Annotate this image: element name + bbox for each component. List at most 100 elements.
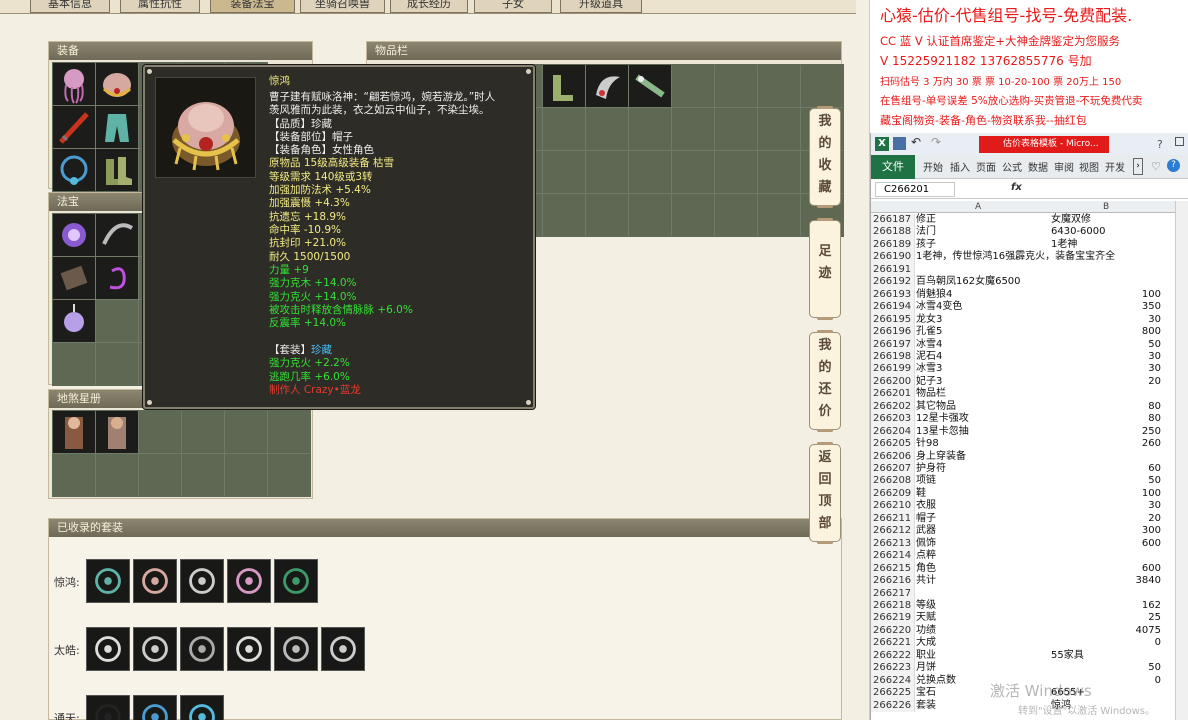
cell-b[interactable]: 800 xyxy=(1051,326,1161,339)
row-number[interactable]: 266190 xyxy=(871,251,915,264)
row-number[interactable]: 266220 xyxy=(871,624,915,638)
row-number[interactable]: 266224 xyxy=(871,674,915,688)
fx-icon[interactable]: fx xyxy=(1011,182,1022,193)
inventory-slot[interactable] xyxy=(543,151,585,193)
cell-b[interactable]: 50 xyxy=(1051,662,1161,675)
ribbon-tab-page[interactable]: 页面 xyxy=(976,159,996,174)
fabao-fb5-icon[interactable] xyxy=(53,300,95,342)
cell-a[interactable]: 天赋 xyxy=(916,612,936,625)
inventory-slot[interactable] xyxy=(672,65,714,107)
inventory-slot[interactable] xyxy=(586,194,628,236)
sheet-row[interactable]: 266223 月饼 50 xyxy=(871,662,1175,675)
cell-a[interactable]: 泥石4 xyxy=(916,351,942,364)
sheet-row[interactable]: 266194 冰雪4变色 350 xyxy=(871,301,1175,314)
sheet-row[interactable]: 266218 等级 162 xyxy=(871,599,1175,613)
cell-a[interactable]: 12星卡强攻 xyxy=(916,413,969,426)
row-number[interactable]: 266201 xyxy=(871,388,915,401)
set-item-icon[interactable] xyxy=(321,627,365,671)
row-number[interactable]: 266203 xyxy=(871,413,915,426)
row-number[interactable]: 266223 xyxy=(871,662,915,675)
cell-a[interactable]: 鞋 xyxy=(916,488,926,501)
equip-boots-icon[interactable] xyxy=(96,149,138,191)
inventory-slot[interactable] xyxy=(715,65,757,107)
cell-a[interactable]: 俏魅狼4 xyxy=(916,289,952,302)
sheet-row[interactable]: 266200 妃子3 20 xyxy=(871,375,1175,389)
cell-b[interactable]: 60 xyxy=(1051,463,1161,476)
cell-a[interactable]: 修正 xyxy=(916,214,936,227)
inventory-slot[interactable] xyxy=(801,65,843,107)
cell-b[interactable]: 350 xyxy=(1051,301,1161,314)
cell-b[interactable]: 50 xyxy=(1051,475,1161,488)
tab-5[interactable]: 成长经历 xyxy=(390,0,468,13)
sheet-row[interactable]: 266207 护身符 60 xyxy=(871,463,1175,476)
tab-1[interactable]: 基本信息 xyxy=(30,0,110,13)
sheet-row[interactable]: 266199 冰雪3 30 xyxy=(871,363,1175,376)
cell-a[interactable]: 项链 xyxy=(916,475,936,488)
cell-a[interactable]: 大成 xyxy=(916,637,936,650)
save-icon[interactable] xyxy=(893,137,906,150)
row-number[interactable]: 266210 xyxy=(871,500,915,513)
row-number[interactable]: 266222 xyxy=(871,649,915,663)
row-number[interactable]: 266225 xyxy=(871,687,915,700)
sheet-row[interactable]: 266206 身上穿装备 xyxy=(871,450,1175,464)
sheet-row[interactable]: 266209 鞋 100 xyxy=(871,487,1175,501)
question-icon[interactable]: ? xyxy=(1167,159,1180,172)
cell-b[interactable]: 55家具 xyxy=(1051,650,1161,663)
help-icon[interactable]: ? xyxy=(1157,138,1163,151)
cell-a[interactable]: 妃子3 xyxy=(916,376,942,389)
row-number[interactable]: 266193 xyxy=(871,288,915,302)
ribbon-tab-developer[interactable]: 开发 xyxy=(1105,159,1125,174)
cell-a[interactable]: 功绩 xyxy=(916,625,936,638)
inventory-inv3-icon[interactable] xyxy=(629,65,671,107)
name-box[interactable]: C266201 xyxy=(875,182,955,197)
cell-b[interactable]: 100 xyxy=(1051,289,1161,302)
cell-a[interactable]: 角色 xyxy=(916,563,936,576)
sheet-row[interactable]: 266190 1老神，传世惊鸿16强霹克火，装备宝宝齐全 xyxy=(871,251,1175,264)
sheet-row[interactable]: 266220 功绩 4075 xyxy=(871,624,1175,638)
star-card-slot[interactable] xyxy=(268,411,310,453)
tab-3[interactable]: 装备法宝 xyxy=(210,0,295,13)
cell-a[interactable]: 冰雪4 xyxy=(916,339,942,352)
star-card-slot[interactable] xyxy=(268,454,310,496)
cell-a[interactable]: 冰雪4变色 xyxy=(916,301,962,314)
cell-b[interactable]: 1老神 xyxy=(1051,239,1161,252)
sheet-row[interactable]: 266219 天赋 25 xyxy=(871,612,1175,625)
set-item-icon[interactable] xyxy=(274,627,318,671)
row-number[interactable]: 266192 xyxy=(871,276,915,289)
sheet-row[interactable]: 266191 xyxy=(871,263,1175,277)
row-number[interactable]: 266215 xyxy=(871,562,915,576)
back-to-top-button[interactable]: 返回顶部 xyxy=(809,442,841,544)
row-number[interactable]: 266191 xyxy=(871,263,915,277)
ribbon-tab-data[interactable]: 数据 xyxy=(1028,159,1048,174)
fabao-fb2-icon[interactable] xyxy=(96,214,138,256)
sheet-row[interactable]: 266188 法门 6430-6000 xyxy=(871,226,1175,239)
cell-a[interactable]: 百鸟朝凤162女魔6500 xyxy=(916,276,1021,289)
cell-b[interactable]: 600 xyxy=(1051,563,1161,576)
my-favorites-button[interactable]: 我的收藏 xyxy=(809,106,841,208)
column-b-header[interactable]: B xyxy=(1103,201,1109,213)
cell-a[interactable]: 孩子 xyxy=(916,239,936,252)
inventory-slot[interactable] xyxy=(543,194,585,236)
row-number[interactable]: 266195 xyxy=(871,313,915,327)
sheet-row[interactable]: 266198 泥石4 30 xyxy=(871,350,1175,364)
cell-b[interactable]: 300 xyxy=(1051,525,1161,538)
cell-a[interactable]: 套装 xyxy=(916,700,936,713)
sheet-row[interactable]: 266217 xyxy=(871,587,1175,600)
cell-a[interactable]: 冰雪3 xyxy=(916,363,942,376)
row-number[interactable]: 266214 xyxy=(871,550,915,563)
row-number[interactable]: 266205 xyxy=(871,438,915,451)
fabao-fb4-icon[interactable] xyxy=(96,257,138,299)
row-number[interactable]: 266189 xyxy=(871,238,915,252)
inventory-slot[interactable] xyxy=(629,151,671,193)
row-number[interactable]: 266187 xyxy=(871,214,915,227)
sheet-row[interactable]: 266212 武器 300 xyxy=(871,525,1175,538)
row-number[interactable]: 266218 xyxy=(871,599,915,613)
vertical-scrollbar[interactable] xyxy=(1175,201,1188,720)
my-bargain-button[interactable]: 我的还价 xyxy=(809,330,841,432)
inventory-slot[interactable] xyxy=(758,65,800,107)
ribbon-tab-review[interactable]: 审阅 xyxy=(1054,159,1074,174)
sheet-row[interactable]: 266221 大成 0 xyxy=(871,637,1175,650)
sheet-row[interactable]: 266189 孩子 1老神 xyxy=(871,238,1175,252)
set-item-icon[interactable] xyxy=(133,695,177,720)
sheet-row[interactable]: 266214 点粹 xyxy=(871,550,1175,563)
